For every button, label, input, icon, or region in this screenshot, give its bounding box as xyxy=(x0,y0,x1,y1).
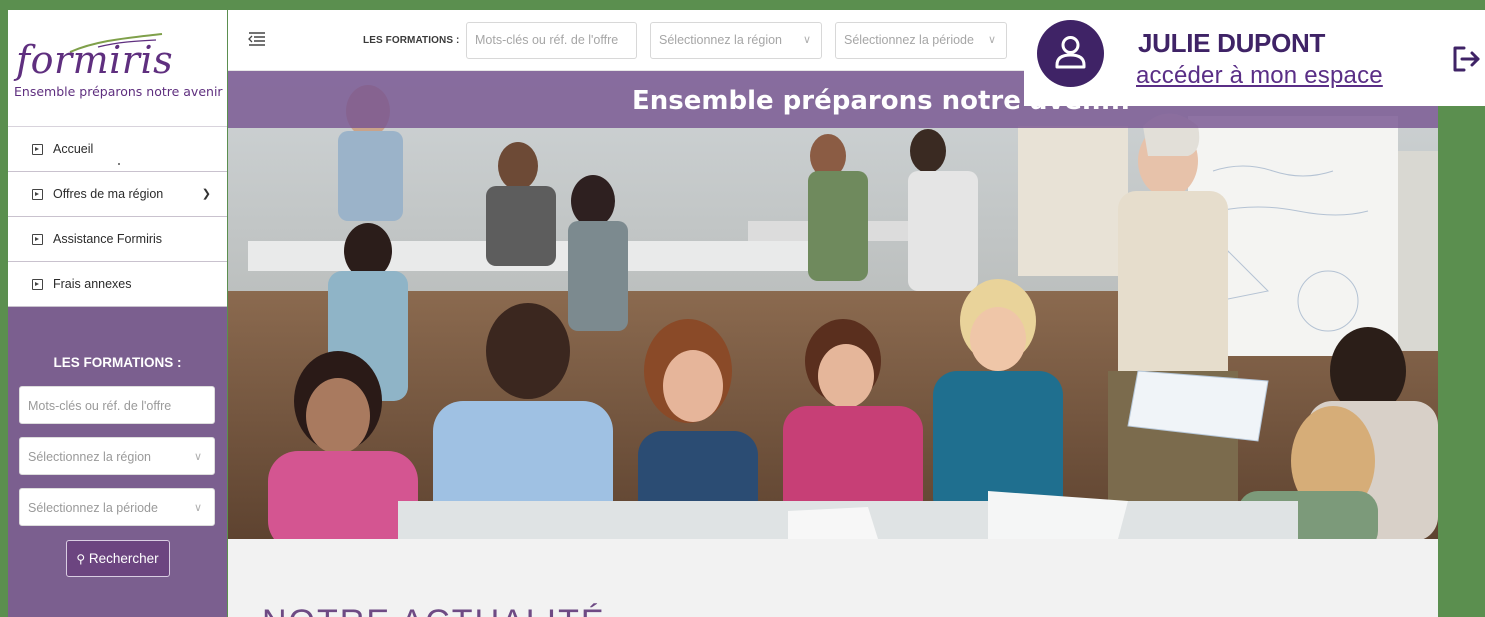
sidebar-region-placeholder: Sélectionnez la région xyxy=(28,450,151,464)
avatar[interactable] xyxy=(1037,20,1104,87)
sidebar: formiris Ensemble préparons notre avenir… xyxy=(8,10,227,617)
search-icon: ⚲ xyxy=(76,552,86,566)
sidebar-region-select[interactable]: Sélectionnez la région ∨ xyxy=(19,437,215,475)
sidebar-keywords-input[interactable]: Mots-clés ou réf. de l'offre xyxy=(19,386,215,424)
main-content: NOTRE ACTUALITÉ xyxy=(228,539,1438,617)
topbar-period-select[interactable]: Sélectionnez la période ∨ xyxy=(835,22,1007,59)
chevron-down-icon: ∨ xyxy=(193,451,202,463)
sidebar-item-accueil[interactable]: Accueil xyxy=(8,127,227,172)
topbar-period-placeholder: Sélectionnez la période xyxy=(844,33,974,47)
user-name: JULIE DUPONT xyxy=(1138,28,1326,58)
cursor-dot xyxy=(118,163,120,165)
sidebar-item-offres[interactable]: Offres de ma région ❯ xyxy=(8,172,227,217)
topbar-keywords-input[interactable]: Mots-clés ou réf. de l'offre xyxy=(466,22,637,59)
chevron-down-icon: ∨ xyxy=(193,502,202,514)
user-icon xyxy=(1055,36,1086,69)
sidebar-item-frais[interactable]: Frais annexes xyxy=(8,262,227,307)
section-title: NOTRE ACTUALITÉ xyxy=(262,603,606,617)
chevron-down-icon: ∨ xyxy=(802,34,811,46)
sidebar-item-label: Assistance Formiris xyxy=(53,232,163,246)
sidebar-period-select[interactable]: Sélectionnez la période ∨ xyxy=(19,488,215,526)
sidebar-menu: Accueil Offres de ma région ❯ Assistance… xyxy=(8,127,227,307)
arrow-box-icon xyxy=(32,143,43,155)
logo-word: formiris xyxy=(16,38,174,82)
my-space-link[interactable]: accéder à mon espace xyxy=(1136,62,1383,90)
sidebar-item-label: Offres de ma région xyxy=(53,187,164,201)
sidebar-item-assistance[interactable]: Assistance Formiris xyxy=(8,217,227,262)
hero-classroom-photo xyxy=(228,71,1438,539)
topbar-formations-label: LES FORMATIONS : xyxy=(363,35,460,46)
arrow-box-icon xyxy=(32,233,43,245)
sidebar-form-title: LES FORMATIONS : xyxy=(53,355,182,370)
logo-tagline: Ensemble préparons notre avenir xyxy=(14,84,223,99)
logo[interactable]: formiris Ensemble préparons notre avenir xyxy=(8,10,227,127)
arrow-box-icon xyxy=(32,278,43,290)
arrow-box-icon xyxy=(32,188,43,200)
menu-toggle-icon[interactable] xyxy=(248,30,266,48)
search-button[interactable]: ⚲ Rechercher xyxy=(65,540,170,577)
sidebar-period-placeholder: Sélectionnez la période xyxy=(28,501,158,515)
hero-banner: Ensemble préparons notre aven... xyxy=(228,71,1438,539)
search-button-label: Rechercher xyxy=(88,551,159,566)
sidebar-item-label: Frais annexes xyxy=(53,277,132,291)
chevron-down-icon: ∨ xyxy=(987,34,996,46)
logout-icon[interactable] xyxy=(1452,45,1482,73)
topbar-region-select[interactable]: Sélectionnez la région ∨ xyxy=(650,22,822,59)
sidebar-item-label: Accueil xyxy=(53,142,94,156)
user-panel: JULIE DUPONT accéder à mon espace xyxy=(1024,10,1485,106)
chevron-down-icon[interactable]: ❯ xyxy=(202,187,211,200)
topbar-region-placeholder: Sélectionnez la région xyxy=(659,33,782,47)
